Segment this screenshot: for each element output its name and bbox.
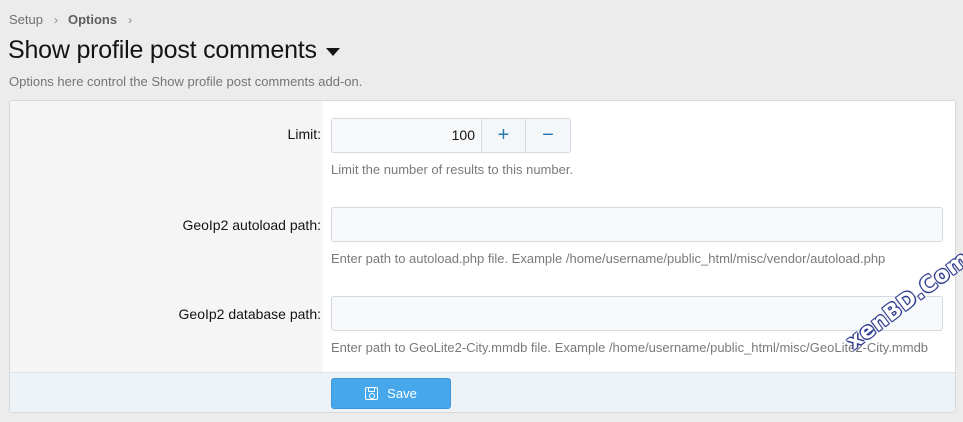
save-button[interactable]: Save: [331, 378, 451, 409]
floppy-disk-icon: [365, 387, 379, 400]
chevron-right-icon: ›: [53, 12, 58, 27]
autoload-path-input[interactable]: [331, 207, 943, 242]
database-path-label: GeoIp2 database path:: [178, 306, 321, 322]
options-form: Limit: 100 + − Limit the number of resul…: [9, 100, 956, 413]
increment-button[interactable]: +: [482, 119, 526, 152]
caret-down-icon[interactable]: [325, 48, 340, 56]
breadcrumb-options[interactable]: Options: [68, 12, 117, 27]
limit-input[interactable]: 100: [332, 119, 482, 152]
save-button-label: Save: [387, 386, 417, 401]
breadcrumb-setup[interactable]: Setup: [9, 12, 43, 27]
limit-hint: Limit the number of results to this numb…: [331, 162, 574, 177]
database-path-input[interactable]: [331, 296, 943, 331]
decrement-button[interactable]: −: [526, 119, 570, 152]
page-description: Options here control the Show profile po…: [9, 74, 363, 89]
page-title: Show profile post comments: [8, 36, 317, 64]
autoload-path-hint: Enter path to autoload.php file. Example…: [331, 251, 886, 266]
breadcrumb: Setup › Options ›: [9, 12, 142, 27]
page-title-row[interactable]: Show profile post comments: [8, 36, 340, 65]
autoload-path-label: GeoIp2 autoload path:: [182, 217, 321, 233]
limit-label: Limit:: [287, 126, 321, 142]
limit-stepper: 100 + −: [331, 118, 571, 153]
chevron-right-icon: ›: [128, 12, 133, 27]
form-footer: Save: [10, 372, 955, 412]
database-path-hint: Enter path to GeoLite2-City.mmdb file. E…: [331, 340, 929, 355]
